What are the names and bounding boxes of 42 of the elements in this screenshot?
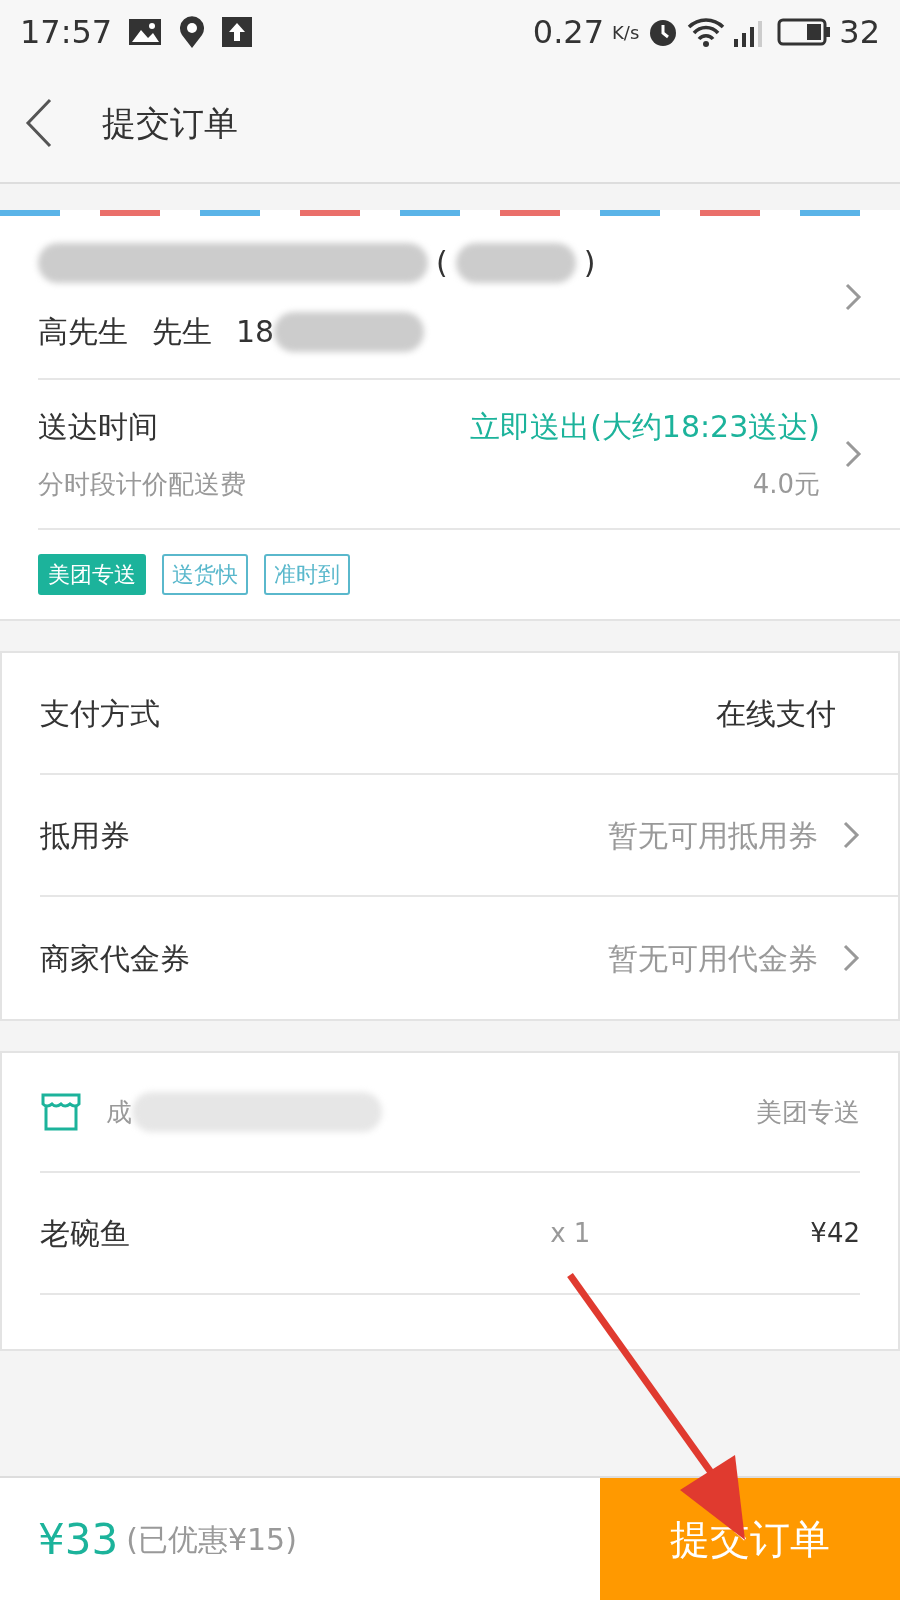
- delivery-fee: 4.0元: [752, 468, 820, 501]
- chevron-icon: [844, 282, 862, 312]
- chevron-icon: [842, 820, 860, 850]
- service-tag: 送货快: [162, 554, 248, 595]
- row-value: 暂无可用代金券: [608, 939, 818, 978]
- clock-time: 17:57: [20, 12, 113, 53]
- address-text: (: [436, 244, 448, 282]
- upload-icon: [222, 17, 253, 47]
- row-value: 暂无可用抵用券: [608, 816, 818, 855]
- contact-name: 高先生: [38, 313, 128, 351]
- store-icon: [40, 1092, 82, 1132]
- discount-note: (已优惠¥15): [126, 1520, 297, 1559]
- store-name: 成: [106, 1095, 132, 1129]
- item-name: 老碗鱼: [40, 1214, 131, 1253]
- total-price: ¥33: [38, 1513, 119, 1566]
- address-text: ): [583, 244, 596, 282]
- row-value: 在线支付: [716, 694, 836, 733]
- delivery-time-label: 送达时间: [38, 408, 158, 446]
- service-tag: 美团专送: [38, 554, 146, 595]
- back-button[interactable]: [24, 98, 54, 148]
- chevron-icon: [844, 439, 862, 469]
- contact-salutation: 先生: [152, 313, 212, 351]
- store-delivery: 美团专送: [756, 1095, 860, 1129]
- item-price: ¥42: [810, 1216, 860, 1250]
- battery-level: 32: [839, 12, 880, 53]
- back-icon: [24, 98, 54, 148]
- phone-number: 18: [236, 313, 275, 351]
- row-label: 抵用券: [40, 816, 131, 855]
- chevron-icon: [842, 943, 860, 973]
- service-tag: 准时到: [264, 554, 350, 595]
- battery-icon: [777, 18, 832, 46]
- network-speed: 0.27: [532, 12, 605, 53]
- row-label: 商家代金券: [40, 939, 191, 978]
- speed-unit: K/s: [612, 20, 640, 45]
- row-label: 支付方式: [40, 694, 161, 733]
- item-quantity: x 1: [550, 1216, 591, 1250]
- map-pin-icon: [178, 15, 207, 49]
- wifi-icon: [687, 17, 726, 47]
- delivery-time-value: 立即送出(大约18:23送达): [470, 408, 820, 446]
- page-title: 提交订单: [102, 101, 238, 145]
- delivery-fee-note: 分时段计价配送费: [38, 468, 246, 501]
- image-icon: [128, 18, 163, 46]
